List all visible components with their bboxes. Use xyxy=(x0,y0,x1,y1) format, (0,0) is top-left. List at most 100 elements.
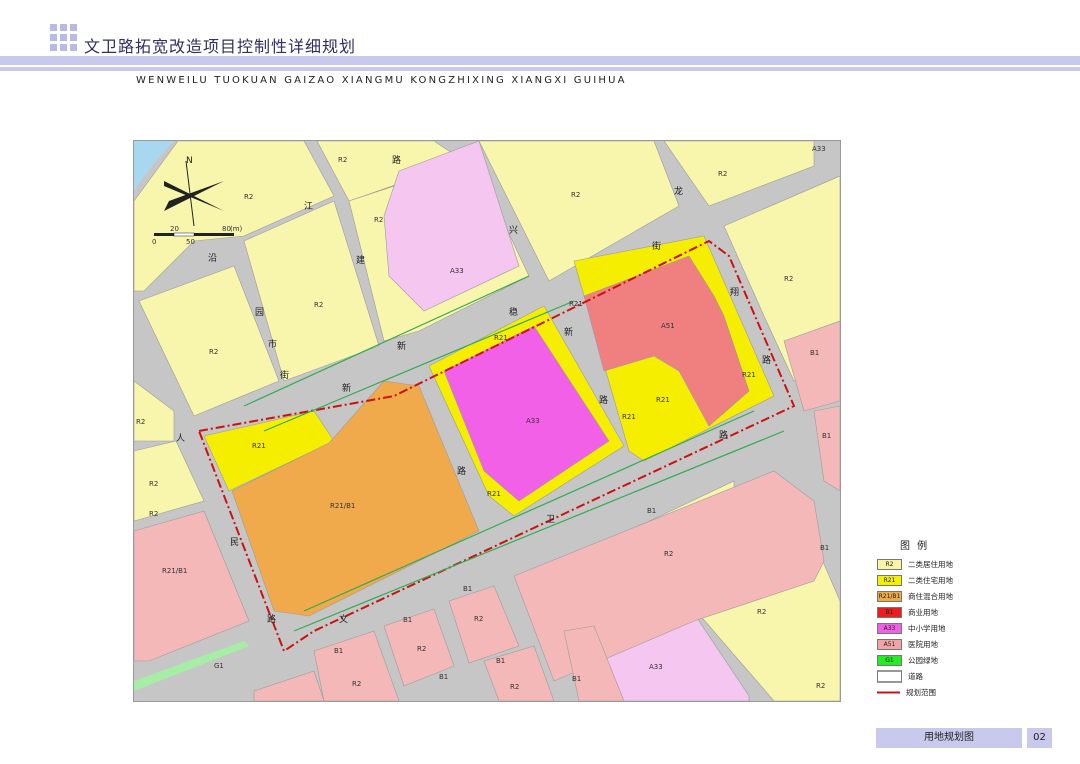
lot-label: B1 xyxy=(496,657,505,665)
lot-label: B1 xyxy=(334,647,343,655)
legend-item: 道路 xyxy=(877,670,923,683)
scale-label-unit: (m) xyxy=(230,225,243,233)
logo-grid-icon xyxy=(50,24,78,52)
road-label: 园 xyxy=(255,307,264,318)
road-label: 文 xyxy=(339,613,348,625)
legend-label: 公园绿地 xyxy=(908,656,938,665)
road-label: 新 xyxy=(397,340,406,352)
lot-label: B1 xyxy=(820,544,829,552)
legend-swatch: A33 xyxy=(877,623,902,634)
lot-label: R2 xyxy=(209,348,218,356)
lot-label: R2 xyxy=(374,216,383,224)
lot-label: R2 xyxy=(571,191,580,199)
lot-label: R21 xyxy=(487,490,501,498)
legend-title: 图 例 xyxy=(900,541,930,552)
header-band xyxy=(0,56,1080,65)
legend-swatch: B1 xyxy=(877,607,902,618)
legend-item: G1 公园绿地 xyxy=(877,655,938,666)
road-label: 市 xyxy=(268,338,277,350)
lot-label: R2 xyxy=(417,645,426,653)
legend-code: A51 xyxy=(883,641,896,648)
lot-label: B1 xyxy=(463,585,472,593)
road-label: 路 xyxy=(599,394,608,406)
road-label: 路 xyxy=(719,429,728,441)
lot-label: G1 xyxy=(214,662,224,670)
lot-label: R2 xyxy=(149,480,158,488)
lot-label: R2 xyxy=(510,683,519,691)
legend-item: A51 医院用地 xyxy=(877,639,938,650)
road-label: 稳 xyxy=(509,306,518,318)
legend-item: A33 中小学用地 xyxy=(877,623,946,634)
lot-label: R2 xyxy=(718,170,727,178)
lot-label: R2 xyxy=(136,418,145,426)
legend-code: R2 xyxy=(885,561,894,568)
legend-code: R21 xyxy=(883,577,896,584)
lot-label: R2 xyxy=(664,550,673,558)
lot-label: R2 xyxy=(314,301,323,309)
lot-label: R2 xyxy=(784,275,793,283)
lot-label: A51 xyxy=(661,322,675,330)
lot-label: A33 xyxy=(812,145,826,153)
legend-swatch: G1 xyxy=(877,655,902,666)
lot-label: R21 xyxy=(742,371,756,379)
legend-item: B1 商业用地 xyxy=(877,607,938,618)
road-label: 新 xyxy=(564,326,573,338)
lot-label: R2 xyxy=(474,615,483,623)
road-label: 卫 xyxy=(546,515,555,525)
legend-swatch: R21/B1 xyxy=(877,591,902,602)
road-label: 龙 xyxy=(674,185,683,197)
legend-item: R21/B1 商住混合用地 xyxy=(877,591,953,602)
road-label: 兴 xyxy=(509,225,518,236)
road-label: 建 xyxy=(356,254,365,266)
road-label: 人 xyxy=(176,433,185,444)
header-band-thin xyxy=(0,67,1080,71)
legend-label: 二类居住用地 xyxy=(908,560,953,569)
lot-label: B1 xyxy=(439,673,448,681)
lot-label: R21/B1 xyxy=(162,567,187,575)
page-subtitle: WENWEILU TUOKUAN GAIZAO XIANGMU KONGZHIX… xyxy=(136,75,627,86)
legend-code: B1 xyxy=(885,609,894,616)
lot-label: R2 xyxy=(338,156,347,164)
lot-label: R2 xyxy=(244,193,253,201)
road-label: 民 xyxy=(230,537,239,548)
legend-label: 医院用地 xyxy=(908,640,938,649)
legend-swatch: R21 xyxy=(877,575,902,586)
north-label: N xyxy=(186,156,193,166)
lot-label: R21 xyxy=(494,334,508,342)
road-label: 沿 xyxy=(208,253,217,264)
legend-label: 规划范围 xyxy=(906,688,936,697)
legend-label: 商住混合用地 xyxy=(908,592,953,601)
legend-label: 道路 xyxy=(908,672,923,681)
legend-code: G1 xyxy=(885,657,894,664)
legend-item: R21 二类住宅用地 xyxy=(877,575,953,586)
legend-code: A33 xyxy=(883,625,896,632)
scale-label-d: 50 xyxy=(186,238,195,246)
lot-label: A33 xyxy=(526,417,540,425)
legend-label: 二类住宅用地 xyxy=(908,576,953,585)
road-label: 街 xyxy=(652,240,661,252)
road-label: 江 xyxy=(304,201,313,212)
lot-label: R21 xyxy=(622,413,636,421)
legend-swatch xyxy=(877,688,900,697)
road-label: 新 xyxy=(342,382,351,394)
page-number: 02 xyxy=(1027,728,1052,748)
lot-label: B1 xyxy=(822,432,831,440)
lot-label: A33 xyxy=(450,267,464,275)
scale-bar xyxy=(154,232,234,237)
road-label: 街 xyxy=(280,369,289,381)
legend-item: 规划范围 xyxy=(877,687,936,698)
lot-label: B1 xyxy=(647,507,656,515)
road-label: 路 xyxy=(267,613,276,625)
legend-item: R2 二类居住用地 xyxy=(877,559,953,570)
lot-label: R21 xyxy=(569,300,583,308)
road-label: 路 xyxy=(457,465,466,477)
scale-label-c: 0 xyxy=(152,238,156,246)
lot-label: R2 xyxy=(757,608,766,616)
lot-label: A33 xyxy=(649,663,663,671)
land-use-map[interactable]: N 20 80 (m) 0 50 路 江 沿 建 兴 龙 街 翔 路 路 稳 新… xyxy=(133,140,841,702)
lot-label: R2 xyxy=(816,682,825,690)
road-label: 翔 xyxy=(730,286,739,298)
lot-label: B1 xyxy=(572,675,581,683)
lot-label: B1 xyxy=(810,349,819,357)
lot-label: R21 xyxy=(656,396,670,404)
